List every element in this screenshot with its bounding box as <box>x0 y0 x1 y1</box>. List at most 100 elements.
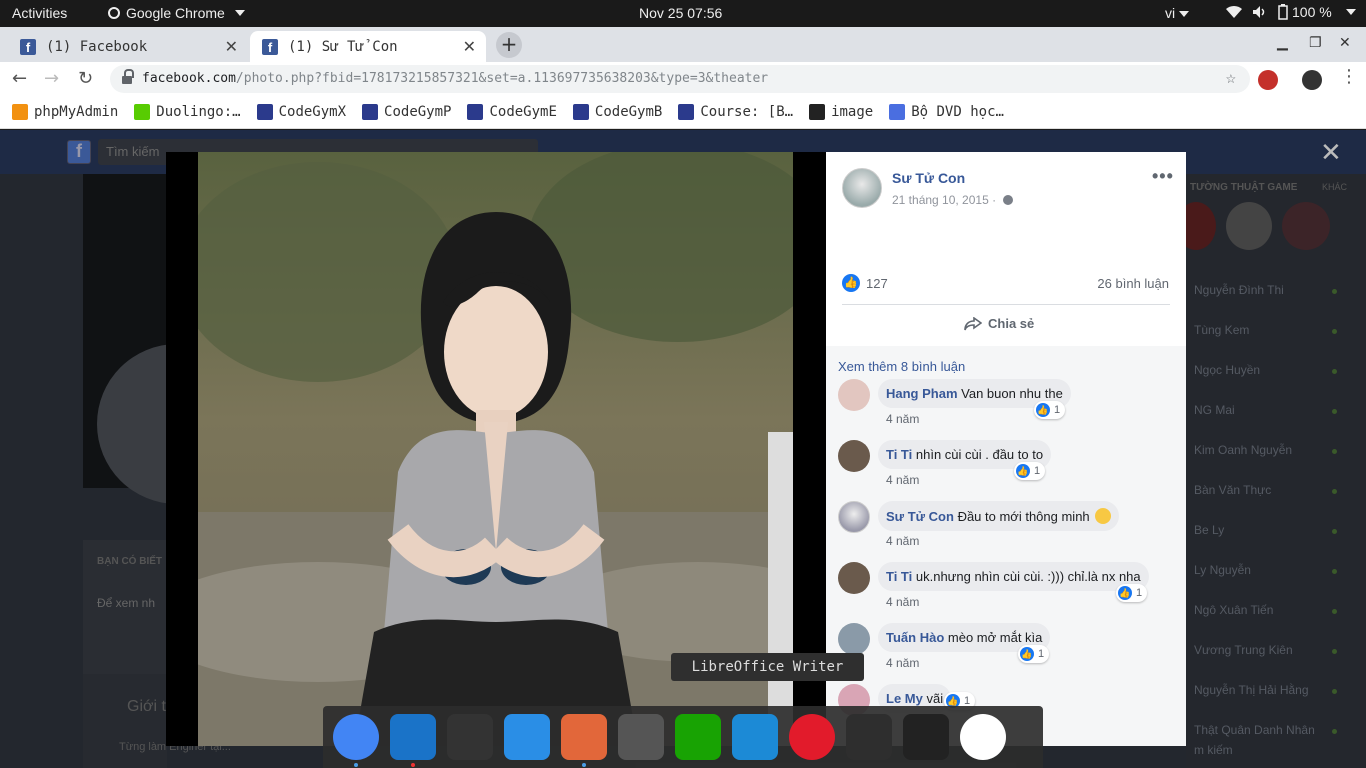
commenter-avatar[interactable] <box>838 379 870 411</box>
comment-time[interactable]: 4 năm <box>886 656 919 670</box>
game-more-link[interactable]: KHÁC <box>1322 182 1347 192</box>
chat-contact[interactable]: Thật Quân Danh Nhân <box>1194 723 1315 737</box>
comment-time[interactable]: 4 năm <box>886 412 919 426</box>
comment-reactions[interactable]: 👍 1 <box>1034 401 1066 419</box>
commenter-name[interactable]: Tuấn Hào <box>886 630 944 645</box>
chat-contact[interactable]: Ly Nguyễn <box>1194 563 1251 577</box>
facebook-favicon-icon: f <box>262 38 278 55</box>
app-menu[interactable]: Google Chrome <box>108 5 245 21</box>
bookmark-item[interactable]: CodeGymP <box>362 104 451 120</box>
software-install-icon[interactable] <box>561 714 607 760</box>
comment-time[interactable]: 4 năm <box>886 473 919 487</box>
files-icon[interactable] <box>504 714 550 760</box>
bookmark-item[interactable]: CodeGymE <box>467 104 557 120</box>
activities-button[interactable]: Activities <box>12 5 67 21</box>
panda-extension-icon[interactable] <box>1302 70 1322 90</box>
minimize-icon[interactable]: ▁ <box>1277 35 1288 51</box>
commenter-name[interactable]: Ti Ti <box>886 447 912 462</box>
commenter-avatar[interactable] <box>838 623 870 655</box>
chat-contact[interactable]: Tùng Kem <box>1194 323 1249 337</box>
w-icon <box>889 104 906 120</box>
bookmark-item[interactable]: Course: [B… <box>678 104 793 120</box>
tab-su-tu-con[interactable]: f (1) Sư Tử Con ✕ <box>250 31 486 62</box>
tab-facebook[interactable]: f (1) Facebook ✕ <box>8 31 248 62</box>
bookmark-item[interactable]: CodeGymX <box>256 104 346 120</box>
comment-reactions[interactable]: 👍 1 <box>1014 462 1046 480</box>
reload-icon[interactable]: ↻ <box>78 68 93 89</box>
chat-contact[interactable]: Nguyễn Thị Hải Hằng <box>1194 683 1309 697</box>
window-close-icon[interactable]: ✕ <box>1339 35 1351 51</box>
writer-icon[interactable] <box>732 714 778 760</box>
system-tools-icon[interactable] <box>618 714 664 760</box>
game-avatar[interactable] <box>1226 202 1272 250</box>
chat-contact[interactable]: NG Mai <box>1194 403 1235 417</box>
commenter-name[interactable]: Sư Tử Con <box>886 509 954 524</box>
commenter-avatar[interactable] <box>838 562 870 594</box>
back-icon[interactable]: ← <box>12 68 27 89</box>
chat-contact[interactable]: Be Ly <box>1194 523 1224 537</box>
comment-reactions[interactable]: 👍 1 <box>1018 645 1050 663</box>
address-bar[interactable]: facebook.com/photo.php?fbid=178173215857… <box>110 65 1250 93</box>
codegym-icon <box>678 104 695 120</box>
settings-icon[interactable] <box>447 714 493 760</box>
chrome-menu-icon[interactable]: ⋮ <box>1340 66 1358 87</box>
dock-tooltip: LibreOffice Writer <box>671 653 864 681</box>
author-avatar[interactable] <box>842 168 882 208</box>
commenter-avatar[interactable] <box>838 440 870 472</box>
chat-contact[interactable]: Ngọc Huyền <box>1194 363 1260 377</box>
chrome-icon[interactable] <box>333 714 379 760</box>
online-status-dot <box>1332 289 1337 294</box>
comment-time[interactable]: 4 năm <box>886 534 919 548</box>
adblock-extension-icon[interactable] <box>1258 70 1278 90</box>
facebook-logo-icon[interactable]: f <box>67 140 91 164</box>
chat-contact[interactable]: Bàn Văn Thực <box>1194 483 1271 497</box>
bookmark-item[interactable]: Duolingo:… <box>134 104 241 120</box>
bookmark-label: phpMyAdmin <box>34 104 119 120</box>
online-status-dot <box>1332 329 1337 334</box>
new-tab-button[interactable]: + <box>496 32 522 58</box>
cat-app-icon[interactable] <box>903 714 949 760</box>
more-options-icon[interactable]: ••• <box>1152 166 1174 187</box>
bookmark-item[interactable]: CodeGymB <box>572 104 662 120</box>
comment-reactions[interactable]: 👍 1 <box>1116 584 1148 602</box>
smile-emoji-icon <box>1095 508 1112 524</box>
chat-search-input[interactable]: m kiếm <box>1194 743 1233 757</box>
music-icon[interactable] <box>789 714 835 760</box>
comment-time[interactable]: 4 năm <box>886 595 919 609</box>
webstorm-icon[interactable] <box>390 714 436 760</box>
chat-contact[interactable]: Kim Oanh Nguyễn <box>1194 443 1292 457</box>
system-tray[interactable]: 100 % <box>1226 4 1356 20</box>
running-indicator <box>411 763 415 767</box>
forward-icon[interactable]: → <box>44 68 59 89</box>
bookmark-item[interactable]: image <box>809 104 873 120</box>
calc-icon[interactable] <box>675 714 721 760</box>
post-author[interactable]: Sư Tử Con <box>892 170 965 186</box>
chat-contact[interactable]: Vương Trung Kiên <box>1194 643 1293 657</box>
language-indicator[interactable]: vi <box>1165 5 1190 21</box>
close-tab-icon[interactable]: ✕ <box>463 37 476 56</box>
slack-icon[interactable] <box>960 714 1006 760</box>
chat-contact[interactable]: Ngô Xuân Tiến <box>1194 603 1273 617</box>
clock[interactable]: Nov 25 07:56 <box>639 5 722 21</box>
bookmark-star-icon[interactable]: ☆ <box>1226 64 1236 92</box>
commenter-avatar[interactable] <box>838 501 870 533</box>
chevron-down-icon <box>234 10 245 16</box>
game-avatar[interactable] <box>1282 202 1330 250</box>
close-tab-icon[interactable]: ✕ <box>225 37 238 56</box>
bookmark-item[interactable]: Bộ DVD học… <box>889 104 1004 120</box>
bookmark-item[interactable]: phpMyAdmin <box>12 104 118 120</box>
maximize-icon[interactable]: ❐ <box>1309 35 1322 51</box>
like-summary[interactable]: 👍 127 <box>842 274 888 292</box>
chat-contact[interactable]: Nguyễn Đình Thi <box>1194 283 1284 297</box>
close-theater-icon[interactable]: ✕ <box>1320 138 1342 168</box>
commenter-name[interactable]: Hang Pham <box>886 386 958 401</box>
terminal-icon[interactable] <box>846 714 892 760</box>
commenter-name[interactable]: Ti Ti <box>886 569 912 584</box>
commenter-name[interactable]: Le My <box>886 691 923 706</box>
reaction-count: 1 <box>1136 587 1143 599</box>
post-date[interactable]: 21 tháng 10, 2015 · <box>892 193 1014 207</box>
see-more-comments-link[interactable]: Xem thêm 8 bình luận <box>838 359 965 374</box>
bookmark-label: Course: [B… <box>700 104 794 120</box>
share-button[interactable]: Chia sẻ <box>964 316 1034 331</box>
comments-count[interactable]: 26 bình luận <box>1097 276 1169 291</box>
